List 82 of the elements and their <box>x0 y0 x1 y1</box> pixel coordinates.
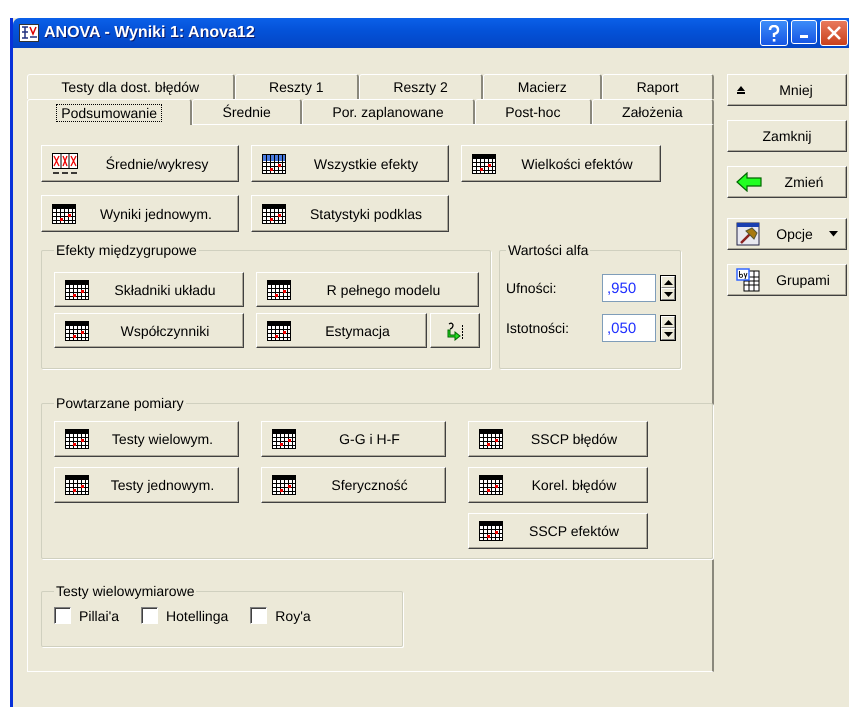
help-button[interactable] <box>760 20 788 46</box>
table-icon <box>262 154 286 174</box>
group-title: Testy wielowymiarowe <box>55 583 196 599</box>
tab[interactable]: Podsumowanie <box>27 99 192 125</box>
up-icon <box>664 320 672 324</box>
up-icon <box>664 280 672 284</box>
caret-icon <box>829 231 838 237</box>
group-title: Wartości alfa <box>507 242 590 258</box>
minimize-button[interactable] <box>791 20 817 44</box>
table-icon <box>267 280 291 300</box>
button[interactable]: Składniki układu <box>54 272 244 307</box>
table-icon <box>65 429 89 449</box>
table-icon <box>479 521 503 541</box>
button[interactable]: SSCP efektów <box>468 513 648 549</box>
button[interactable]: SSCP błędów <box>468 421 648 457</box>
button[interactable]: Zmień <box>727 166 847 198</box>
app-icon <box>19 24 39 42</box>
field-label: Istotności: <box>506 320 570 336</box>
table-icon <box>65 320 89 340</box>
table-icon <box>267 320 291 340</box>
spinner[interactable] <box>660 315 676 341</box>
button[interactable]: Grupami <box>727 264 847 296</box>
table-icon <box>65 280 89 300</box>
button[interactable]: Opcje <box>727 218 847 250</box>
arrow-icon <box>445 320 465 340</box>
help-icon <box>768 24 780 42</box>
button[interactable]: Współczynniki <box>54 313 244 348</box>
button[interactable]: Testy jednowym. <box>54 467 239 503</box>
checkbox[interactable] <box>54 607 71 624</box>
means-plot-icon <box>52 152 78 174</box>
field-label: Ufności: <box>506 280 558 296</box>
by-group-icon <box>736 268 760 292</box>
number-field[interactable]: ,050 <box>602 314 656 342</box>
table-icon <box>472 154 496 174</box>
table-icon <box>262 204 286 224</box>
table-icon <box>479 475 503 495</box>
group-title: Efekty międzygrupowe <box>55 242 198 258</box>
button[interactable]: Estymacja <box>256 313 427 348</box>
tab[interactable]: Reszty 1 <box>234 74 359 99</box>
table-icon <box>479 429 503 449</box>
tab[interactable]: Post-hoc <box>474 99 592 124</box>
tab[interactable]: Raport <box>602 74 714 99</box>
icon-button[interactable] <box>430 313 480 348</box>
tab[interactable]: Testy dla dost. błędów <box>27 74 235 99</box>
window-title: ANOVA - Wyniki 1: Anova12 <box>44 24 256 42</box>
checkbox-label: Roy'a <box>275 608 311 624</box>
spinner[interactable] <box>660 275 676 301</box>
button[interactable]: R pełnego modelu <box>256 272 479 307</box>
checkbox[interactable] <box>250 607 268 624</box>
tab[interactable]: Reszty 2 <box>358 74 484 99</box>
tab[interactable]: Por. zaplanowane <box>302 99 475 124</box>
button[interactable]: Średnie/wykresy <box>41 145 239 182</box>
down-icon <box>664 332 672 336</box>
up-arrow-icon <box>736 85 746 95</box>
tab[interactable]: Macierz <box>483 74 602 99</box>
checkbox[interactable] <box>141 607 158 624</box>
button[interactable]: Wielkości efektów <box>461 145 661 182</box>
button[interactable]: G-G i H-F <box>261 421 446 457</box>
button[interactable]: Zamknij <box>727 120 847 152</box>
table-icon <box>272 475 296 495</box>
table-icon <box>272 429 296 449</box>
button[interactable]: Korel. błędów <box>468 467 648 503</box>
number-field[interactable]: ,950 <box>602 274 656 302</box>
checkbox-label: Hotellinga <box>166 608 228 624</box>
table-icon <box>65 475 89 495</box>
button[interactable]: Sferyczność <box>261 467 446 503</box>
button[interactable]: Wyniki jednowym. <box>41 195 239 232</box>
button[interactable]: Statystyki podklas <box>251 195 449 232</box>
group-title: Powtarzane pomiary <box>55 395 185 411</box>
hammer-icon <box>736 222 760 246</box>
down-icon <box>664 292 672 296</box>
button[interactable]: Wszystkie efekty <box>251 145 449 182</box>
tab[interactable]: Założenia <box>592 99 714 124</box>
left-arrow-icon <box>736 172 762 192</box>
minimize-icon <box>800 35 808 38</box>
table-icon <box>52 204 76 224</box>
close-icon <box>827 26 841 40</box>
button[interactable]: Mniej <box>727 74 847 106</box>
checkbox-label: Pillai'a <box>79 608 120 624</box>
close-button[interactable] <box>820 20 848 46</box>
tab[interactable]: Średnie <box>192 99 302 124</box>
button[interactable]: Testy wielowym. <box>54 421 239 457</box>
